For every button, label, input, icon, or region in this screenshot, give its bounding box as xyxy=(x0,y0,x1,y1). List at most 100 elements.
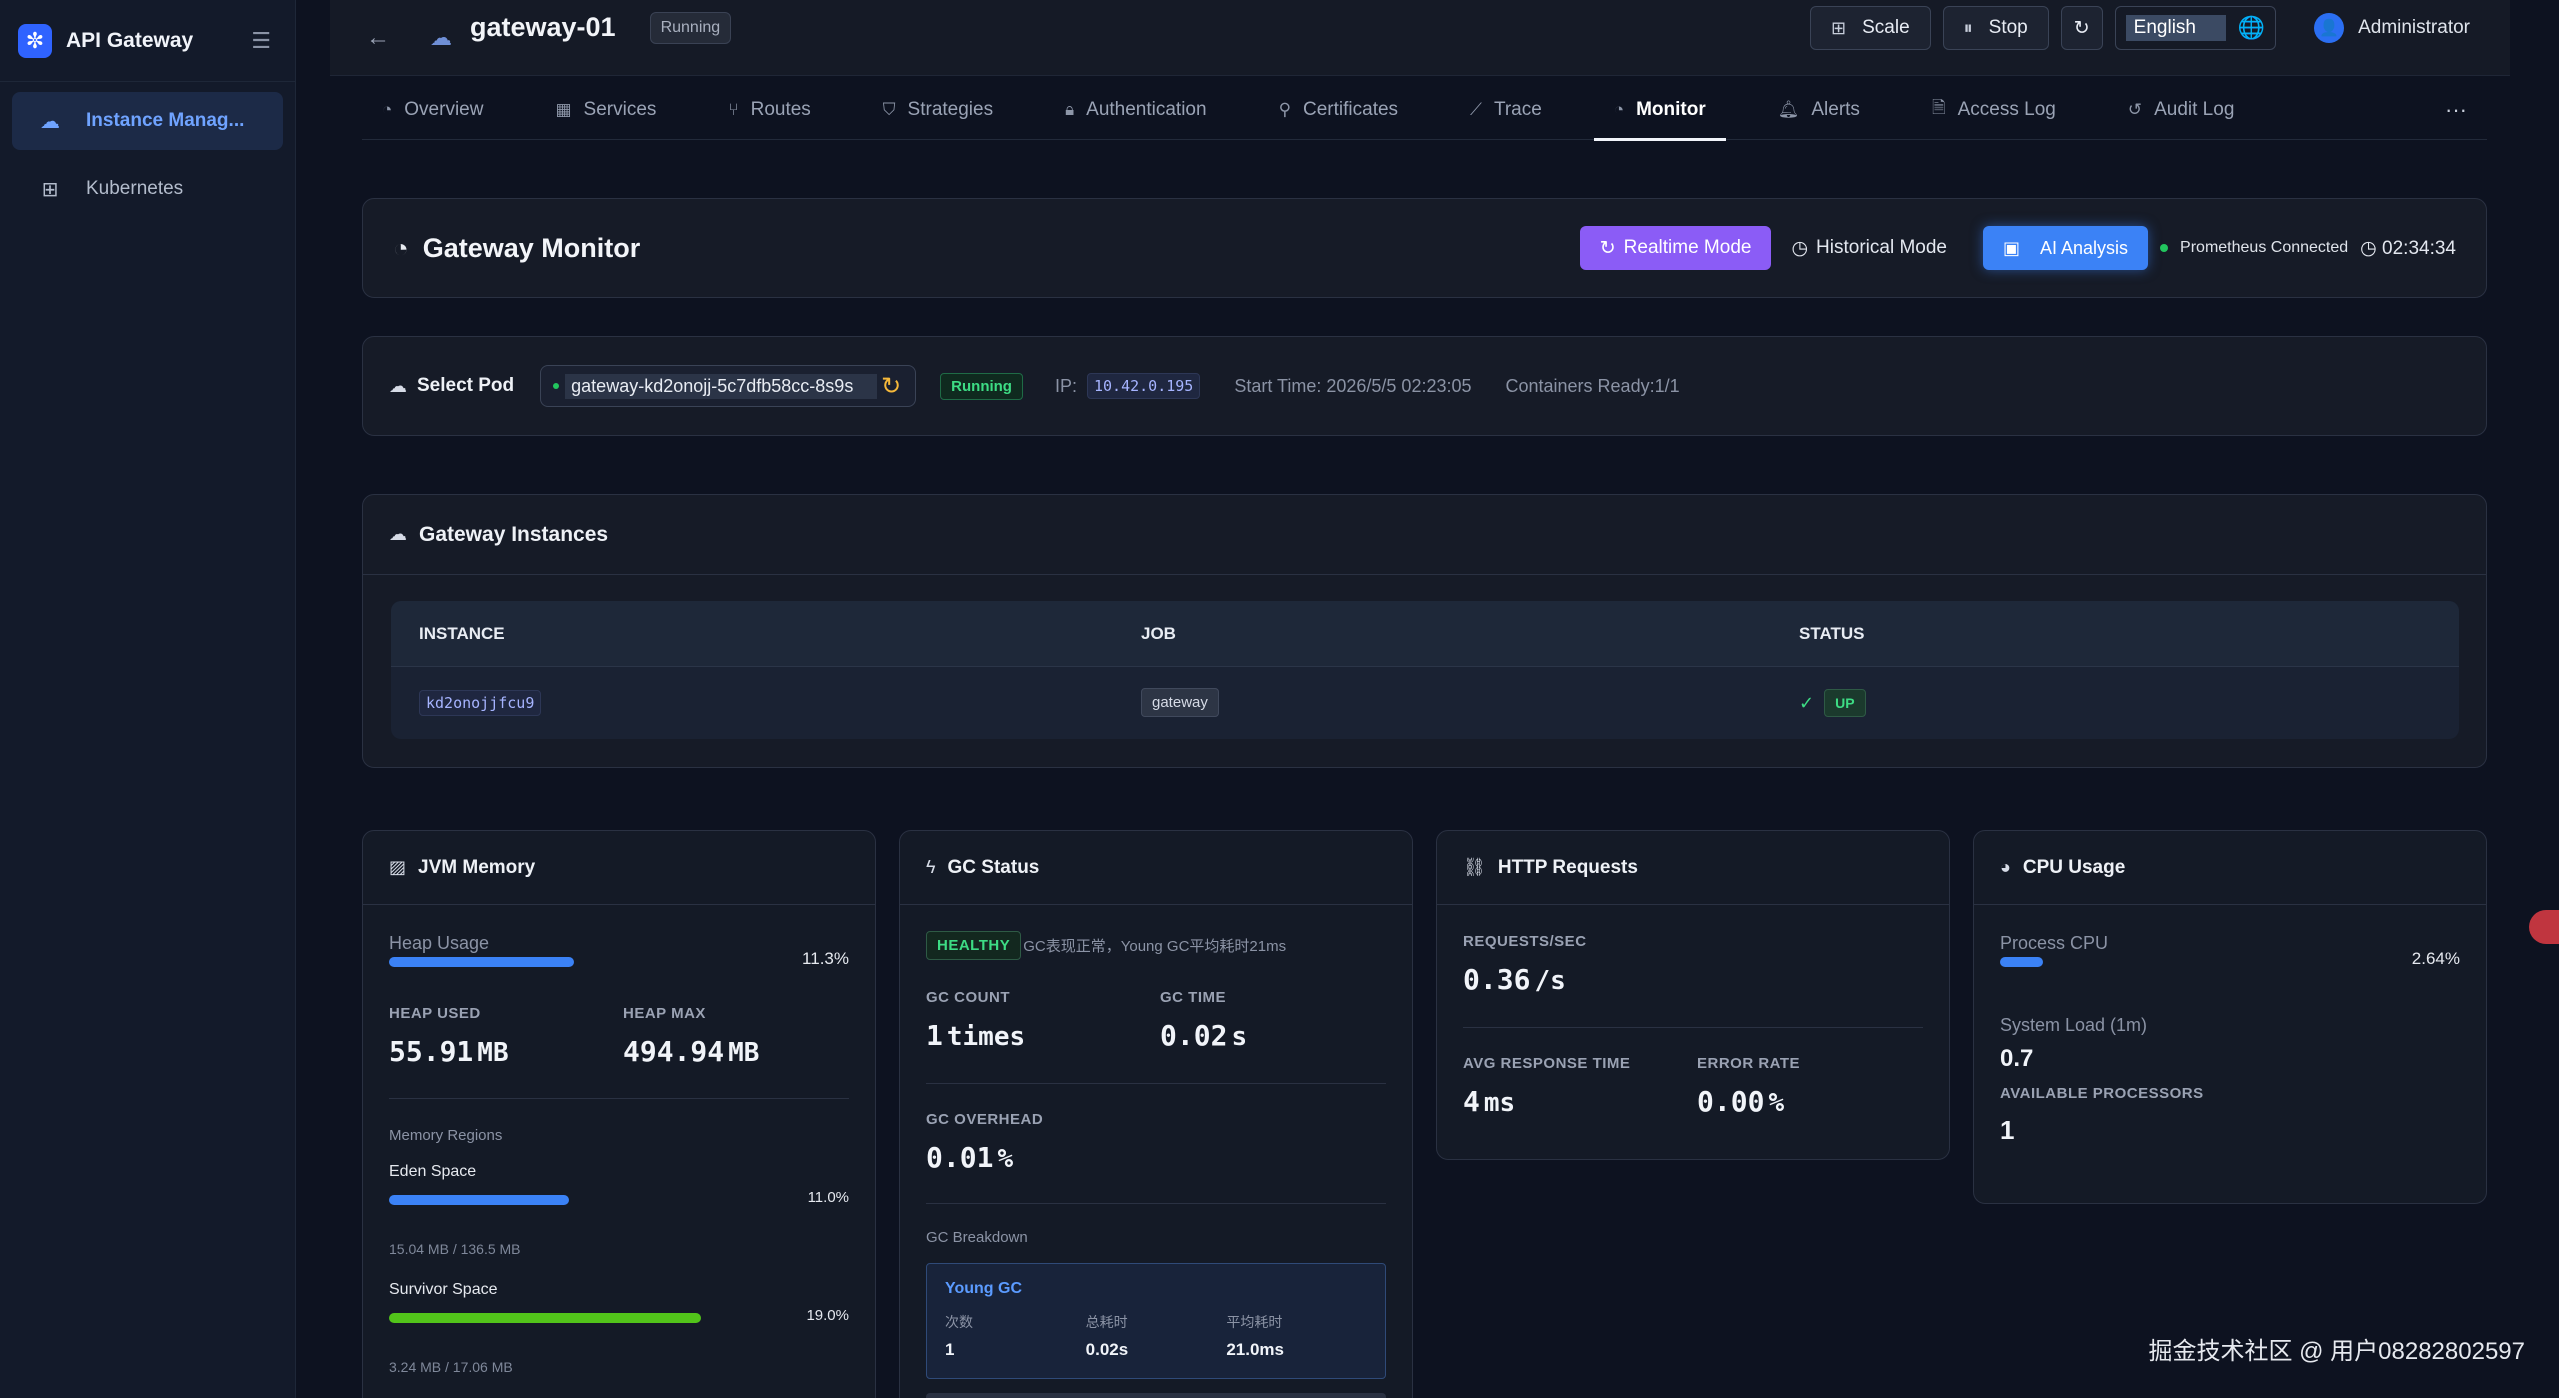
floating-assistant-button[interactable] xyxy=(2529,910,2559,944)
tab-routes[interactable]: ⑂ Routes xyxy=(708,80,830,140)
error-rate-number: 0.00 xyxy=(1697,1085,1765,1118)
gc-count-label: GC COUNT xyxy=(926,989,1010,1006)
gc-overhead-value: 0.01% xyxy=(926,1141,1013,1174)
page-title: Gateway Monitor xyxy=(422,232,641,263)
gc-health-row: HEALTHY GC表现正常，Young GC平均耗时21ms xyxy=(926,931,1286,960)
user-name: Administrator xyxy=(2358,17,2470,38)
survivor-space-fill xyxy=(389,1313,701,1323)
sidebar-item-label: Instance Manag... xyxy=(86,110,245,131)
user-menu[interactable]: 👤 Administrator xyxy=(2314,13,2470,43)
watermark: 掘金技术社区 @ 用户08282802597 xyxy=(2148,1338,2525,1365)
tab-monitor[interactable]: ◔ Monitor xyxy=(1593,80,1726,141)
prometheus-label: Prometheus Connected xyxy=(2180,239,2349,256)
grid-icon: ▦ xyxy=(555,99,572,119)
collapse-menu-icon[interactable]: ☰ xyxy=(251,28,271,54)
tab-services[interactable]: ▦ Services xyxy=(535,80,676,140)
refresh-button[interactable]: ↻ xyxy=(2060,6,2103,50)
heap-usage-fill xyxy=(389,957,574,967)
gc-time-number: 0.02 xyxy=(1160,1019,1228,1052)
scale-icon: ⊞ xyxy=(1831,17,1847,38)
eden-space-fill xyxy=(389,1195,569,1205)
gateway-instances-panel: ☁ Gateway Instances INSTANCE JOB STATUS … xyxy=(362,494,2487,768)
gauge-icon: ◔ xyxy=(1613,99,1625,119)
memory-regions-label: Memory Regions xyxy=(389,1127,503,1144)
up-status-badge: UP xyxy=(1824,689,1866,717)
process-cpu-label: Process CPU xyxy=(2000,933,2109,953)
route-icon: ⑂ xyxy=(728,99,739,119)
tab-label: Alerts xyxy=(1811,98,1860,120)
survivor-space-bar xyxy=(389,1313,799,1323)
start-time: Start Time: 2026/5/5 02:23:05 xyxy=(1234,375,1472,396)
ai-analysis-button[interactable]: ▣ AI Analysis xyxy=(1982,226,2149,270)
young-gc-count: 1 xyxy=(945,1340,955,1359)
tab-label: Certificates xyxy=(1303,98,1399,120)
containers-ready: Containers Ready:1/1 xyxy=(1505,375,1680,396)
table-header: INSTANCE JOB STATUS xyxy=(391,601,2459,667)
sidebar-item-kubernetes[interactable]: ⊞ Kubernetes xyxy=(12,160,283,218)
more-tabs-icon[interactable]: ··· xyxy=(2445,97,2467,123)
status-dot xyxy=(2160,244,2169,252)
check-circle-icon: ✓ xyxy=(1799,692,1815,713)
young-gc-title: Young GC xyxy=(945,1280,1023,1297)
unit: MB xyxy=(728,1038,760,1068)
tab-alerts[interactable]: 🔔︎ Alerts xyxy=(1758,80,1880,140)
young-gc-total-label: 总耗时 xyxy=(1085,1314,1128,1330)
rps-number: 0.36 xyxy=(1463,963,1531,996)
language-select[interactable]: English 🌐 xyxy=(2114,6,2277,50)
tab-trace[interactable]: ⟋ Trace xyxy=(1450,80,1562,140)
dashboard-icon: ◕ xyxy=(2000,857,2011,877)
stop-button[interactable]: ⏸ Stop xyxy=(1942,6,2049,50)
chart-icon: ▨ xyxy=(389,857,407,877)
sidebar-item-instance-management[interactable]: ☁ Instance Manag... xyxy=(12,92,283,150)
refresh-icon: ↻ xyxy=(1599,237,1616,259)
process-cpu-bar xyxy=(2000,957,2410,967)
job-tag: gateway xyxy=(1141,688,1219,717)
unit: /s xyxy=(1534,966,1566,996)
instance-id: kd2onojjfcu9 xyxy=(419,689,542,716)
history-icon: ↺ xyxy=(2127,99,2143,119)
historical-mode-button[interactable]: ◷ Historical Mode xyxy=(1771,226,1967,270)
refresh-icon: ↻ xyxy=(2073,17,2090,39)
current-time: ◷ 02:34:34 xyxy=(2360,237,2456,260)
tab-certificates[interactable]: ⚲ Certificates xyxy=(1259,80,1418,140)
pod-selector-panel: ☁ Select Pod gateway-kd2onojj-5c7dfb58cc… xyxy=(362,336,2487,436)
card-title: JVM Memory xyxy=(418,856,536,878)
scale-button[interactable]: ⊞ Scale xyxy=(1810,6,1931,50)
cpu-usage-card: ◕ CPU Usage Process CPU 2.64% System Loa… xyxy=(1973,830,2487,1204)
lightning-icon: ϟ xyxy=(926,857,936,877)
key-icon: ⚲ xyxy=(1278,99,1292,119)
tab-label: Routes xyxy=(750,98,811,120)
tab-overview[interactable]: ◔ Overview xyxy=(362,80,503,140)
tab-audit-log[interactable]: ↺ Audit Log xyxy=(2108,80,2258,140)
tab-bar: ◔ Overview ▦ Services ⑂ Routes ⛉ Strategies … xyxy=(362,80,2487,141)
gc-breakdown-label: GC Breakdown xyxy=(926,1229,1028,1246)
bell-icon: 🔔︎ xyxy=(1777,99,1800,119)
pod-select[interactable]: gateway-kd2onojj-5c7dfb58cc-8s9s ↻ xyxy=(540,365,917,407)
pod-status-badge: Running xyxy=(940,372,1023,400)
avg-response-label: AVG RESPONSE TIME xyxy=(1463,1055,1631,1072)
heap-usage-label: Heap Usage xyxy=(389,933,490,953)
system-load-value: 0.7 xyxy=(2000,1045,2034,1072)
heap-usage-bar xyxy=(389,957,799,967)
top-bar: ← ☁ gateway-01 Running ⊞ Scale ⏸ Stop ↻ … xyxy=(330,0,2510,76)
jvm-memory-card: ▨ JVM Memory Heap Usage 11.3% HEAP USED … xyxy=(362,830,876,1398)
gc-overhead-label: GC OVERHEAD xyxy=(926,1111,1044,1128)
tab-authentication[interactable]: 🔒︎ Authentication xyxy=(1045,80,1226,140)
young-gc-box: Young GC 次数 1 总耗时 0.02s 平均耗时 21.0ms xyxy=(926,1263,1386,1379)
status-badge: Running xyxy=(649,11,732,44)
survivor-space-label: Survivor Space xyxy=(389,1281,498,1298)
avg-response-number: 4 xyxy=(1463,1085,1480,1118)
user-avatar-icon: 👤 xyxy=(2314,13,2345,43)
system-load-label: System Load (1m) xyxy=(2000,1015,2148,1035)
tab-label: Authentication xyxy=(1086,98,1207,120)
gc-status-card: ϟ GC Status HEALTHY GC表现正常，Young GC平均耗时2… xyxy=(899,830,1413,1398)
back-arrow-icon[interactable]: ← xyxy=(366,24,390,52)
app-title: API Gateway xyxy=(66,28,194,52)
eden-space-detail: 15.04 MB / 136.5 MB xyxy=(389,1241,521,1257)
eden-space-label: Eden Space xyxy=(389,1163,477,1180)
clock-icon: ◷ xyxy=(1791,237,1809,259)
tab-strategies[interactable]: ⛉ Strategies xyxy=(863,80,1013,140)
realtime-mode-button[interactable]: ↻ Realtime Mode xyxy=(1579,226,1772,270)
tab-access-log[interactable]: 🗎 Access Log xyxy=(1912,80,2076,140)
heap-used-label: HEAP USED xyxy=(389,1005,481,1022)
